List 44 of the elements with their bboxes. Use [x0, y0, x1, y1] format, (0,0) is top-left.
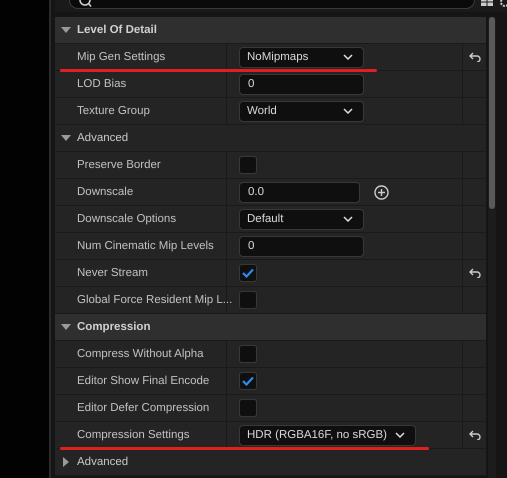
collapse-arrow-icon[interactable] [61, 322, 71, 332]
reset-arrow-icon[interactable] [468, 430, 480, 440]
property-label: Compression Settings [77, 429, 190, 441]
expand-arrow-icon[interactable] [61, 457, 71, 467]
checkbox[interactable] [239, 372, 257, 390]
property-label: Num Cinematic Mip Levels [77, 240, 214, 252]
checkbox[interactable] [239, 156, 257, 174]
section-title[interactable]: Level Of Detail [77, 24, 157, 36]
property-label: Downscale [77, 186, 134, 198]
scrollbar[interactable] [488, 17, 496, 478]
section-title[interactable]: Compression [77, 321, 150, 333]
property-label: Compress Without Alpha [77, 348, 204, 360]
checkbox[interactable] [239, 264, 257, 282]
property-label: Preserve Border [77, 159, 161, 171]
group-title[interactable]: Advanced [77, 132, 128, 144]
chevron-down-icon [343, 216, 353, 222]
chevron-down-icon [343, 108, 353, 114]
collapse-arrow-icon[interactable] [61, 25, 71, 35]
property-label: Never Stream [77, 267, 148, 279]
property-label: Global Force Resident Mip L... [77, 294, 232, 306]
checkbox[interactable] [239, 345, 257, 363]
add-icon[interactable] [374, 184, 389, 200]
chevron-down-icon [394, 432, 405, 438]
checkbox[interactable] [239, 291, 257, 309]
property-label: LOD Bias [77, 78, 126, 90]
number-field[interactable]: 0 [239, 236, 364, 256]
property-label: Texture Group [77, 105, 150, 117]
search-field[interactable] [69, 0, 475, 9]
search-icon [78, 0, 92, 8]
number-field[interactable]: 0.0 [239, 182, 360, 202]
group-title[interactable]: Advanced [77, 456, 128, 468]
reset-arrow-icon[interactable] [468, 268, 480, 278]
dropdown[interactable]: Default [239, 208, 364, 230]
reset-arrow-icon[interactable] [468, 52, 480, 62]
property-label: Mip Gen Settings [77, 51, 166, 63]
chevron-down-icon [343, 54, 353, 60]
number-field[interactable]: 0 [239, 74, 364, 94]
dropdown[interactable]: World [239, 100, 364, 122]
collapse-arrow-icon[interactable] [61, 133, 71, 143]
property-label: Editor Defer Compression [77, 402, 210, 414]
property-label: Downscale Options [77, 213, 176, 225]
layout-icon[interactable] [481, 0, 493, 6]
checkbox[interactable] [239, 399, 257, 417]
property-label: Editor Show Final Encode [77, 375, 210, 387]
